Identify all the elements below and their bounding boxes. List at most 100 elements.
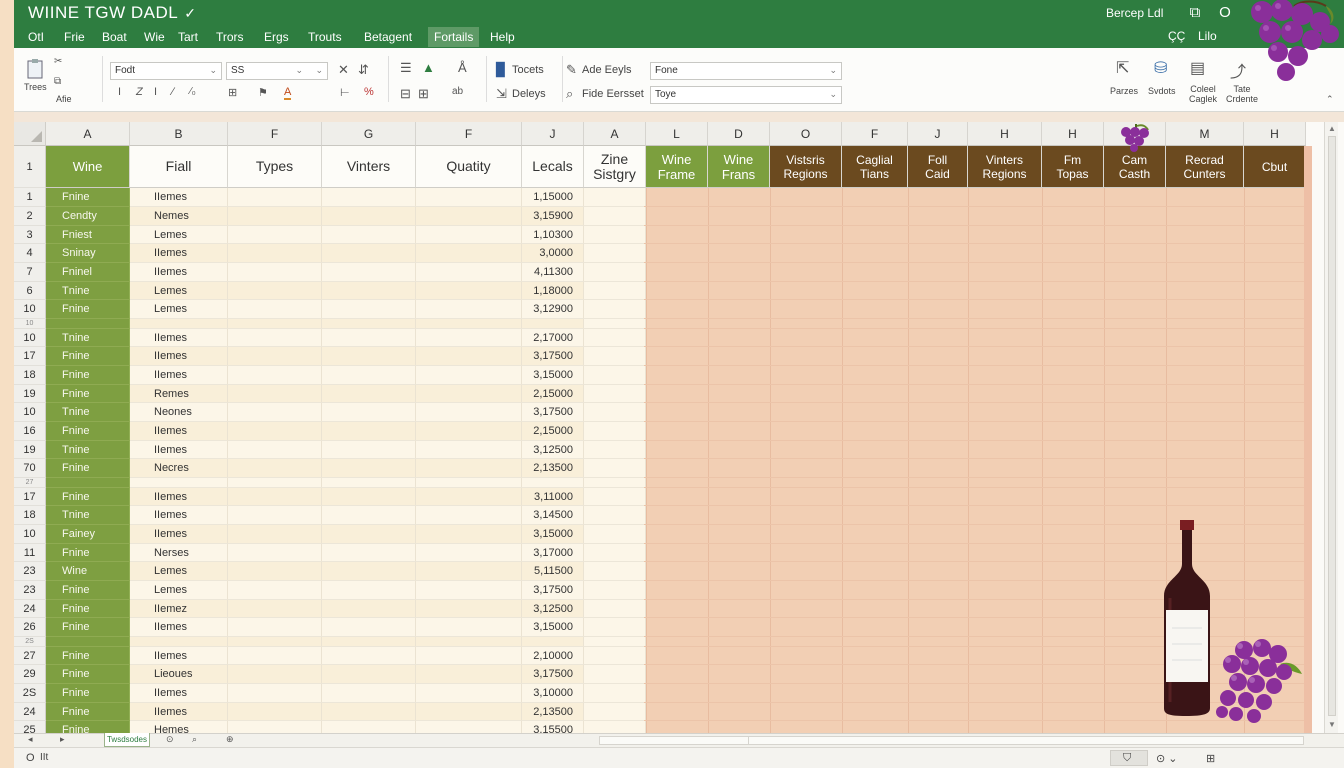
row-number[interactable]: 27 (14, 478, 46, 488)
grid-cell[interactable] (322, 207, 416, 226)
item-cell[interactable]: IIemes (130, 506, 228, 525)
row-number[interactable]: 26 (14, 618, 46, 637)
item-cell[interactable]: Necres (130, 459, 228, 478)
grid-cell[interactable] (322, 319, 416, 329)
column-header[interactable]: H (1244, 122, 1306, 146)
paste-label[interactable]: Trees (24, 82, 47, 92)
grid-cell[interactable] (584, 525, 646, 544)
row-number[interactable]: 18 (14, 506, 46, 525)
value-cell[interactable]: 3,12900 (522, 300, 584, 319)
menu-item-trouts[interactable]: Trouts (304, 29, 346, 45)
wine-name-cell[interactable]: Fnine (46, 544, 130, 562)
item-cell[interactable]: IIemes (130, 244, 228, 263)
item-cell[interactable]: Lieoues (130, 665, 228, 684)
slots-button[interactable]: Svdots (1148, 86, 1176, 96)
grid-cell[interactable] (584, 544, 646, 562)
grid-cell[interactable] (416, 544, 522, 562)
grid-cell[interactable] (584, 459, 646, 478)
grid-cell[interactable] (322, 544, 416, 562)
grid-cell[interactable] (584, 188, 646, 207)
wine-name-cell[interactable] (46, 637, 130, 647)
grid-cell[interactable] (416, 665, 522, 684)
wine-name-cell[interactable]: Fnine (46, 300, 130, 319)
add-styles-icon[interactable]: ✎ (566, 62, 577, 78)
row-number[interactable]: 70 (14, 459, 46, 478)
grid-cell[interactable] (416, 525, 522, 544)
layout-icon[interactable]: ⊞ (1206, 752, 1215, 765)
wine-name-cell[interactable]: Fnine (46, 581, 130, 600)
column-header[interactable]: B (130, 122, 228, 146)
row-number[interactable]: 17 (14, 488, 46, 506)
item-cell[interactable]: IIemes (130, 188, 228, 207)
value-cell[interactable]: 3,12500 (522, 441, 584, 459)
grid-cell[interactable] (322, 684, 416, 703)
item-cell[interactable]: IIemes (130, 684, 228, 703)
column-header[interactable]: J (908, 122, 968, 146)
font-name-select[interactable]: Fodt ⌄ (110, 62, 222, 80)
grid-cell[interactable] (416, 684, 522, 703)
strike-icon[interactable]: ∕ (172, 86, 174, 98)
bold-icon[interactable]: I (118, 86, 121, 98)
grid-cell[interactable] (322, 366, 416, 385)
grid-cell[interactable] (228, 684, 322, 703)
wine-name-cell[interactable]: Fninel (46, 263, 130, 282)
fill-color-icon[interactable]: ⚑ (258, 86, 268, 99)
header-cell[interactable]: Vinters (322, 146, 416, 188)
delete-button[interactable]: Deleys (512, 88, 546, 100)
wine-name-cell[interactable]: Tnine (46, 441, 130, 459)
wine-name-cell[interactable]: Fnine (46, 618, 130, 637)
item-cell[interactable]: Lemes (130, 226, 228, 244)
value-cell[interactable]: 3,15000 (522, 525, 584, 544)
grid-cell[interactable] (584, 562, 646, 581)
grid-cell[interactable] (584, 684, 646, 703)
value-cell[interactable]: 1,10300 (522, 226, 584, 244)
item-cell[interactable] (130, 478, 228, 488)
header-cell[interactable]: Fm Topas (1042, 146, 1104, 188)
menu-item-trors[interactable]: Trors (212, 29, 248, 45)
grid-cell[interactable] (228, 207, 322, 226)
wine-name-cell[interactable]: Fnine (46, 665, 130, 684)
wine-name-cell[interactable]: Wine (46, 562, 130, 581)
grid-cell[interactable] (228, 459, 322, 478)
scroll-thumb[interactable] (1328, 136, 1336, 716)
header-cell[interactable]: Foll Caid (908, 146, 968, 188)
column-header[interactable]: F (228, 122, 322, 146)
document-icon[interactable]: ▤ (1190, 58, 1205, 78)
grid-cell[interactable] (584, 422, 646, 441)
wine-name-cell[interactable]: Fnine (46, 188, 130, 207)
prev-sheet-icon[interactable]: ◂ (28, 734, 33, 745)
grid-cell[interactable] (322, 647, 416, 665)
grid-cell[interactable] (322, 506, 416, 525)
value-cell[interactable]: 3,12500 (522, 600, 584, 618)
menu-item-boat[interactable]: Boat (98, 29, 131, 45)
row-number[interactable]: 17 (14, 347, 46, 366)
row-number[interactable]: 10 (14, 319, 46, 329)
grid-cell[interactable] (322, 347, 416, 366)
grid-cell[interactable] (228, 188, 322, 207)
header-cell[interactable]: Quatity (416, 146, 522, 188)
menu-item-lilo[interactable]: Lilo (1198, 29, 1217, 43)
grid-cell[interactable] (322, 263, 416, 282)
grid-cell[interactable] (228, 637, 322, 647)
select-change-button[interactable]: Coleel Caglek (1186, 84, 1220, 104)
item-cell[interactable]: Lemes (130, 562, 228, 581)
item-cell[interactable]: IIemes (130, 703, 228, 721)
grid-cell[interactable] (322, 282, 416, 300)
font-color-icon[interactable]: A (284, 86, 292, 100)
value-cell[interactable] (522, 319, 584, 329)
row-number[interactable]: 2S (14, 684, 46, 703)
value-cell[interactable]: 3,17500 (522, 403, 584, 422)
wine-name-cell[interactable]: Fnine (46, 422, 130, 441)
grid-cell[interactable] (322, 441, 416, 459)
grid-cell[interactable] (416, 600, 522, 618)
row-number[interactable]: 11 (14, 544, 46, 562)
grid-cell[interactable] (322, 562, 416, 581)
grid-cell[interactable] (228, 478, 322, 488)
grid-cell[interactable] (584, 319, 646, 329)
row-number[interactable]: 18 (14, 366, 46, 385)
column-header[interactable]: J (522, 122, 584, 146)
grid-cell[interactable] (322, 665, 416, 684)
grid-cell[interactable] (228, 488, 322, 506)
border-icon[interactable]: ⊞ (228, 86, 237, 99)
grid-cell[interactable] (322, 385, 416, 403)
